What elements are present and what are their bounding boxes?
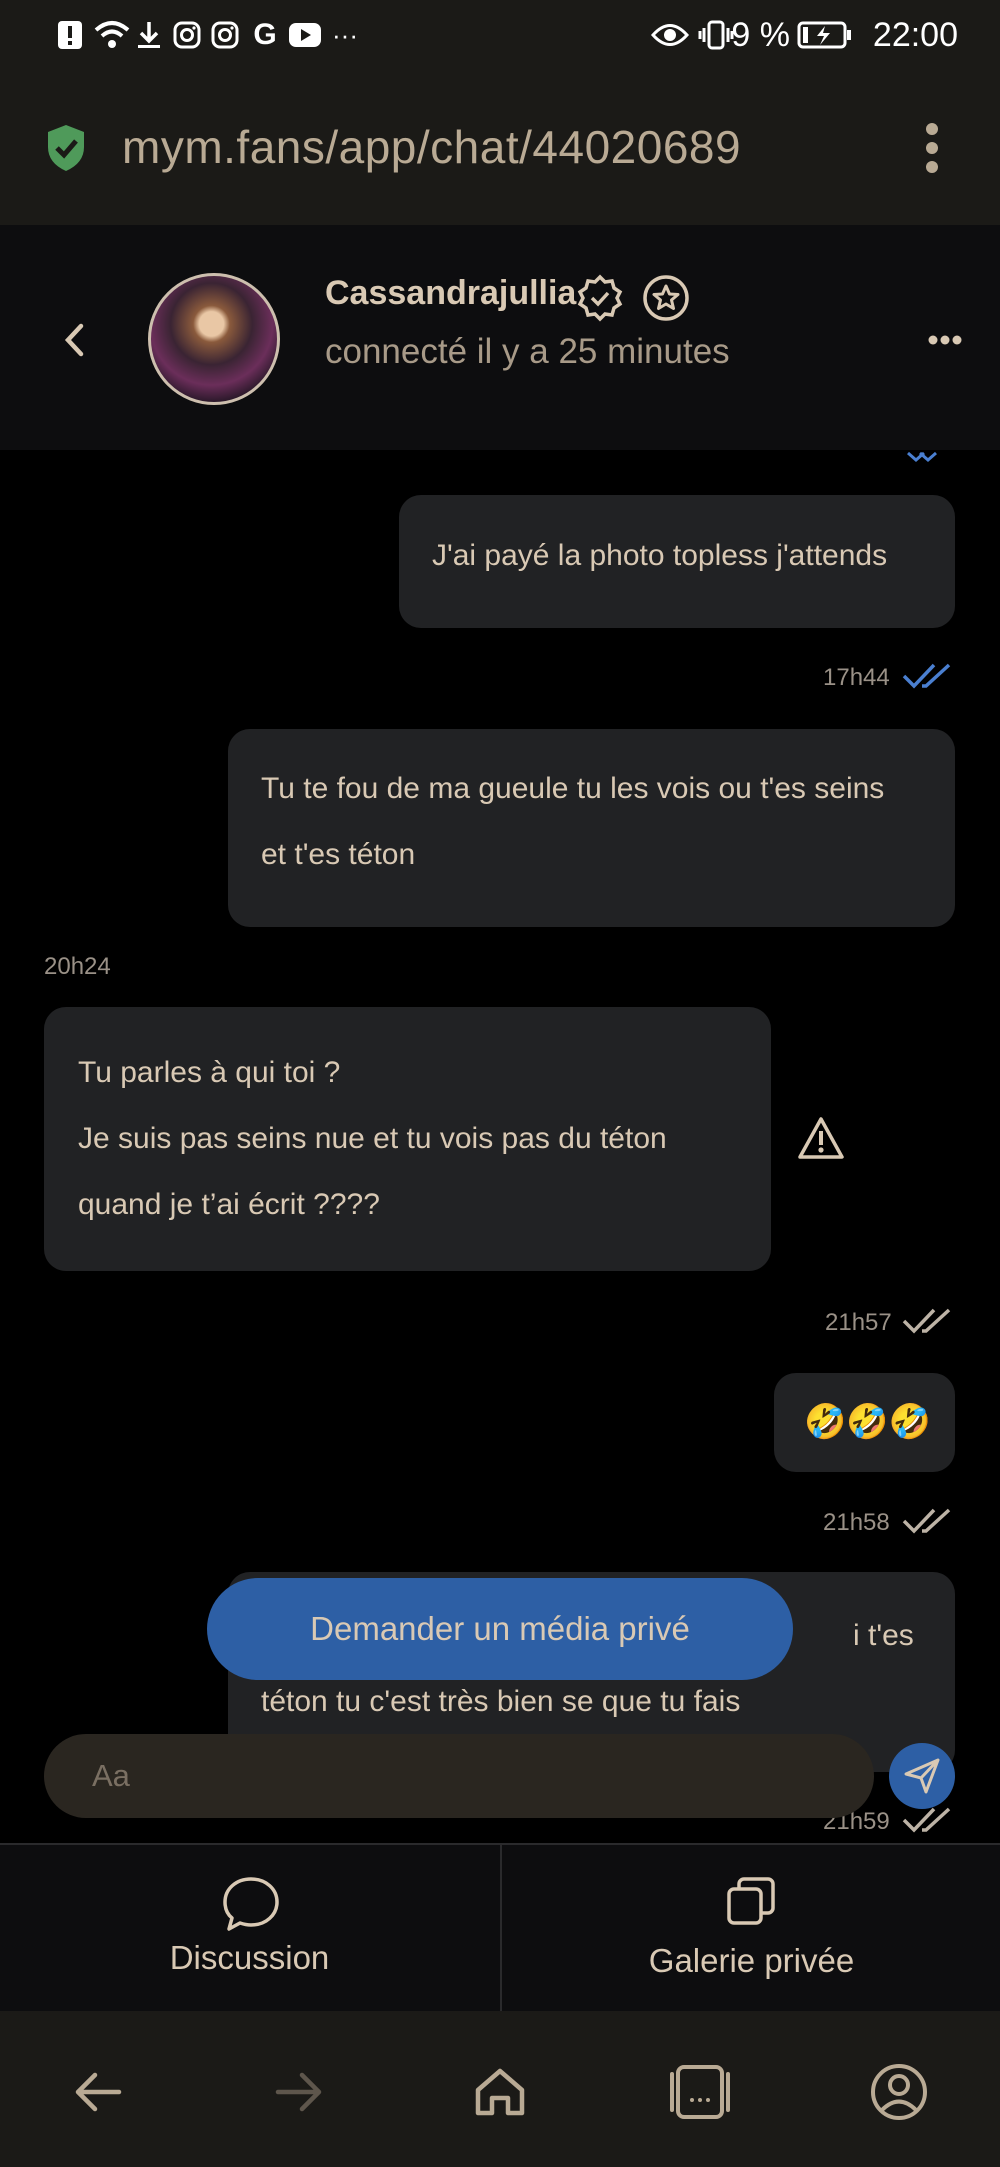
request-private-media-button[interactable]: Demander un média privé <box>207 1578 793 1680</box>
message-timestamp: 17h44 <box>823 664 890 691</box>
wifi-icon <box>92 20 132 50</box>
message-bubble-outgoing[interactable]: 🤣🤣🤣 <box>774 1373 955 1472</box>
google-icon: G <box>253 18 277 51</box>
home-icon[interactable] <box>460 2052 540 2132</box>
message-text: Tu te fou de ma gueule tu les vois ou t'… <box>261 772 885 805</box>
eye-icon <box>650 20 690 50</box>
message-text: et t'es téton <box>261 838 416 871</box>
url-text[interactable]: mym.fans/app/chat/44020689 <box>122 120 741 174</box>
battery-percentage: 9 % <box>731 16 790 54</box>
delivered-check-icon <box>902 1307 954 1340</box>
gallery-icon <box>725 1875 777 1932</box>
delivered-check-icon <box>902 1806 954 1839</box>
forward-icon[interactable] <box>259 2052 339 2132</box>
download-icon <box>134 20 164 50</box>
shield-check-icon[interactable] <box>44 123 88 178</box>
message-text: quand je t’ai écrit ???? <box>78 1188 380 1221</box>
tab-label: Discussion <box>169 1939 330 1976</box>
tab-label: Galerie privée <box>648 1942 855 1979</box>
alert-icon <box>56 20 84 50</box>
read-check-icon <box>902 662 954 695</box>
tab-private-gallery[interactable]: Galerie privée <box>502 1845 1000 2011</box>
message-timestamp: 20h24 <box>44 953 111 980</box>
status-bar: G ··· 9 % 22:00 <box>0 0 1000 70</box>
read-check-icon <box>906 450 938 468</box>
message-bubble-outgoing[interactable]: J'ai payé la photo topless j'attends <box>399 495 955 628</box>
contact-status: connecté il y a 25 minutes <box>325 332 730 371</box>
star-icon <box>642 274 690 327</box>
tabs-icon[interactable] <box>660 2052 740 2132</box>
instagram-icon <box>172 20 202 50</box>
vibrate-icon <box>698 20 734 50</box>
contact-name[interactable]: Cassandrajullia <box>325 274 576 313</box>
chat-bubble-icon <box>221 1875 281 1938</box>
message-text: Je suis pas seins nue et tu vois pas du … <box>78 1122 667 1155</box>
back-icon[interactable] <box>58 2052 138 2132</box>
verified-icon <box>576 274 624 327</box>
message-input[interactable] <box>44 1734 874 1818</box>
contact-avatar[interactable] <box>148 273 280 405</box>
delivered-check-icon <box>902 1507 954 1540</box>
message-text: J'ai payé la photo topless j'attends <box>432 539 888 572</box>
instagram-icon <box>210 20 240 50</box>
send-icon <box>904 1758 940 1794</box>
message-bubble-incoming[interactable]: Tu parles à qui toi ? Je suis pas seins … <box>44 1007 771 1271</box>
more-options-icon[interactable] <box>928 333 962 351</box>
message-bubble-outgoing[interactable]: Tu te fou de ma gueule tu les vois ou t'… <box>228 729 955 927</box>
more-icon: ··· <box>332 19 358 50</box>
report-warning-icon[interactable] <box>797 1116 845 1165</box>
youtube-icon <box>287 20 323 50</box>
message-timestamp: 21h57 <box>825 1309 892 1336</box>
message-text: Tu parles à qui toi ? <box>78 1056 341 1089</box>
clock: 22:00 <box>872 16 958 54</box>
tab-discussion[interactable]: Discussion <box>0 1845 499 2011</box>
account-icon[interactable] <box>859 2052 939 2132</box>
back-arrow-icon[interactable] <box>60 322 90 363</box>
send-button[interactable] <box>889 1743 955 1809</box>
battery-charging-icon <box>796 20 854 50</box>
message-timestamp: 21h58 <box>823 1509 890 1536</box>
message-text: 🤣🤣🤣 <box>804 1403 932 1441</box>
kebab-menu-icon[interactable] <box>924 122 940 174</box>
